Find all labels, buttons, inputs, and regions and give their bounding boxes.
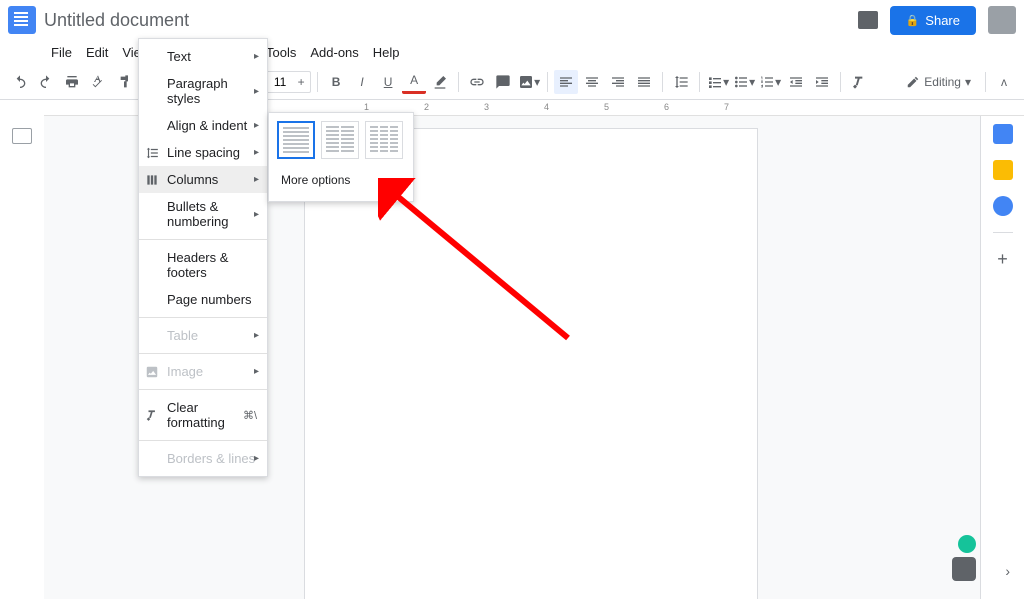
text-color-button[interactable]: A <box>402 70 426 94</box>
menu-item-image: Image <box>139 358 267 385</box>
underline-button[interactable]: U <box>376 70 400 94</box>
menu-item-line-spacing[interactable]: Line spacing <box>139 139 267 166</box>
align-left-button[interactable] <box>554 70 578 94</box>
header: Untitled document Share <box>0 0 1024 40</box>
checklist-button[interactable]: ▾ <box>706 70 730 94</box>
menu-addons[interactable]: Add-ons <box>303 42 365 63</box>
menu-edit[interactable]: Edit <box>79 42 115 63</box>
grammarly-icon[interactable] <box>958 535 976 553</box>
tasks-icon[interactable] <box>993 196 1013 216</box>
column-option-1[interactable] <box>277 121 315 159</box>
document-title[interactable]: Untitled document <box>44 10 189 31</box>
decrease-indent-button[interactable] <box>784 70 808 94</box>
print-button[interactable] <box>60 70 84 94</box>
format-menu: Text Paragraph styles Align & indent Lin… <box>138 38 268 477</box>
font-size-input[interactable] <box>268 75 292 89</box>
increase-indent-button[interactable] <box>810 70 834 94</box>
menu-help[interactable]: Help <box>366 42 407 63</box>
redo-button[interactable] <box>34 70 58 94</box>
docs-logo-icon[interactable] <box>8 6 36 34</box>
collapse-toolbar-button[interactable]: ʌ <box>992 70 1016 94</box>
align-right-button[interactable] <box>606 70 630 94</box>
editing-mode-button[interactable]: Editing ▾ <box>898 75 979 89</box>
side-panel: + <box>980 116 1024 599</box>
calendar-icon[interactable] <box>993 124 1013 144</box>
more-options-button[interactable]: More options <box>277 167 405 193</box>
line-spacing-button[interactable] <box>669 70 693 94</box>
insert-comment-button[interactable] <box>491 70 515 94</box>
numbered-list-button[interactable]: ▾ <box>758 70 782 94</box>
menu-item-table: Table <box>139 322 267 349</box>
show-side-panel-icon[interactable]: › <box>1005 563 1010 579</box>
insert-link-button[interactable] <box>465 70 489 94</box>
insert-image-button[interactable]: ▾ <box>517 70 541 94</box>
highlight-button[interactable] <box>428 70 452 94</box>
columns-submenu: More options <box>268 112 414 202</box>
add-addon-icon[interactable]: + <box>997 249 1008 270</box>
explore-button[interactable] <box>952 557 976 581</box>
account-avatar[interactable] <box>988 6 1016 34</box>
menu-item-headers-footers[interactable]: Headers & footers <box>139 244 267 286</box>
bold-button[interactable]: B <box>324 70 348 94</box>
align-justify-button[interactable] <box>632 70 656 94</box>
menu-file[interactable]: File <box>44 42 79 63</box>
menu-item-clear-formatting[interactable]: Clear formatting ⌘\ <box>139 394 267 436</box>
menu-item-paragraph-styles[interactable]: Paragraph styles <box>139 70 267 112</box>
menu-item-page-numbers[interactable]: Page numbers <box>139 286 267 313</box>
menu-item-text[interactable]: Text <box>139 43 267 70</box>
paint-format-button[interactable] <box>112 70 136 94</box>
align-center-button[interactable] <box>580 70 604 94</box>
column-option-3[interactable] <box>365 121 403 159</box>
column-option-2[interactable] <box>321 121 359 159</box>
menu-item-align-indent[interactable]: Align & indent <box>139 112 267 139</box>
outline-toggle-icon[interactable] <box>12 128 32 144</box>
spellcheck-button[interactable] <box>86 70 110 94</box>
menu-item-columns[interactable]: Columns <box>139 166 267 193</box>
font-size-increase[interactable]: + <box>292 75 310 89</box>
keep-icon[interactable] <box>993 160 1013 180</box>
menu-item-borders-lines: Borders & lines <box>139 445 267 472</box>
share-button[interactable]: Share <box>890 6 976 35</box>
undo-button[interactable] <box>8 70 32 94</box>
italic-button[interactable]: I <box>350 70 374 94</box>
comments-icon[interactable] <box>858 11 878 29</box>
outline-panel <box>0 116 44 599</box>
clear-formatting-button[interactable] <box>847 70 871 94</box>
menu-item-bullets-numbering[interactable]: Bullets & numbering <box>139 193 267 235</box>
bulleted-list-button[interactable]: ▾ <box>732 70 756 94</box>
